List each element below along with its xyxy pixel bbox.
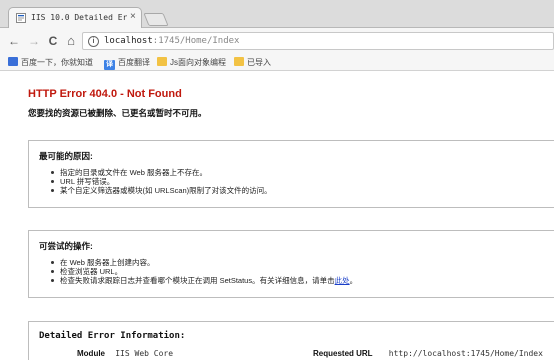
list-item: 检查失败请求跟踪日志并查看哪个模块正在调用 SetStatus。有关详细信息，请… [51,276,357,285]
details-box: Detailed Error Information: Module IIS W… [28,321,554,360]
bookmark-label: 百度一下，你就知道 [21,58,93,67]
url-host: localhost [104,36,153,46]
module-label: Module [77,349,105,358]
folder-icon [157,57,167,66]
cause-text: 指定的目录或文件在 Web 服务器上不存在。 [60,168,207,177]
bookmark-translate[interactable]: 译百度翻译 [104,56,150,70]
bullet [51,180,54,183]
cause-text: 某个自定义筛选器或模块(如 URLScan)限制了对该文件的访问。 [60,186,272,195]
requested-url-label: Requested URL [313,349,373,358]
bookmark-label: Js面向对象编程 [170,58,226,67]
page-favicon-icon [16,13,26,23]
bullet [51,261,54,264]
list-item: 某个自定义筛选器或模块(如 URLScan)限制了对该文件的访问。 [51,186,272,195]
action-text: 检查浏览器 URL。 [60,267,123,276]
action-suffix: 。 [349,276,358,285]
actions-list: 在 Web 服务器上创建内容。 检查浏览器 URL。 检查失败请求跟踪日志并查看… [51,258,357,285]
list-item: 指定的目录或文件在 Web 服务器上不存在。 [51,168,272,177]
address-url[interactable]: localhost:1745/Home/Index [104,36,239,46]
requested-url-row: Requested URL http://localhost:1745/Home… [313,349,543,358]
actions-box: 可尝试的操作: 在 Web 服务器上创建内容。 检查浏览器 URL。 检查失败请… [28,230,554,298]
list-item: 检查浏览器 URL。 [51,267,357,276]
bullet [51,279,54,282]
back-arrow-icon[interactable]: ← [6,33,22,49]
tab-close-icon[interactable]: × [130,11,136,22]
help-link[interactable]: 此处 [335,276,350,285]
module-value: IIS Web Core [115,349,174,358]
url-path: :1745/Home/Index [152,36,240,46]
error-title: HTTP Error 404.0 - Not Found [28,88,182,100]
page-content: HTTP Error 404.0 - Not Found 您要找的资源已被删除、… [0,72,554,360]
bookmark-label: 已导入 [247,58,271,67]
bookmark-label: 百度翻译 [118,58,150,67]
bullet [51,270,54,273]
bullet [51,171,54,174]
bookmark-js-oop[interactable]: Js面向对象编程 [157,56,226,69]
folder-icon [234,57,244,66]
tab-title: IIS 10.0 Detailed Err [31,13,127,22]
new-tab-button[interactable] [143,13,169,26]
list-item: 在 Web 服务器上创建内容。 [51,258,357,267]
forward-arrow-icon[interactable]: → [26,33,42,49]
cause-text: URL 拼写错误。 [60,177,115,186]
bookmark-baidu[interactable]: 百度一下，你就知道 [8,56,93,69]
module-row: Module IIS Web Core [77,349,173,358]
causes-box: 最可能的原因: 指定的目录或文件在 Web 服务器上不存在。 URL 拼写错误。… [28,140,554,208]
bullet [51,189,54,192]
address-bar[interactable]: i localhost:1745/Home/Index [82,32,554,50]
details-heading: Detailed Error Information: [39,331,186,341]
requested-url-value: http://localhost:1745/Home/Index [388,349,543,358]
causes-heading: 最可能的原因: [39,151,93,161]
browser-toolbar: ← → C ⌂ i localhost:1745/Home/Index [0,28,554,54]
site-info-icon[interactable]: i [88,36,99,47]
reload-icon[interactable]: C [45,33,61,49]
bookmark-imported[interactable]: 已导入 [234,56,271,69]
browser-titlebar: IIS 10.0 Detailed Err × [0,0,554,28]
causes-list: 指定的目录或文件在 Web 服务器上不存在。 URL 拼写错误。 某个自定义筛选… [51,168,272,195]
actions-heading: 可尝试的操作: [39,241,93,251]
browser-tab[interactable]: IIS 10.0 Detailed Err × [8,7,142,28]
baidu-icon [8,57,18,66]
error-subtitle: 您要找的资源已被删除、已更名或暂时不可用。 [28,108,207,118]
translate-icon: 译 [104,60,115,70]
home-icon[interactable]: ⌂ [63,33,79,49]
action-text: 在 Web 服务器上创建内容。 [60,258,155,267]
action-text: 检查失败请求跟踪日志并查看哪个模块正在调用 SetStatus。有关详细信息，请… [60,276,335,285]
list-item: URL 拼写错误。 [51,177,272,186]
bookmarks-bar: 百度一下，你就知道 译百度翻译 Js面向对象编程 已导入 [0,54,554,71]
